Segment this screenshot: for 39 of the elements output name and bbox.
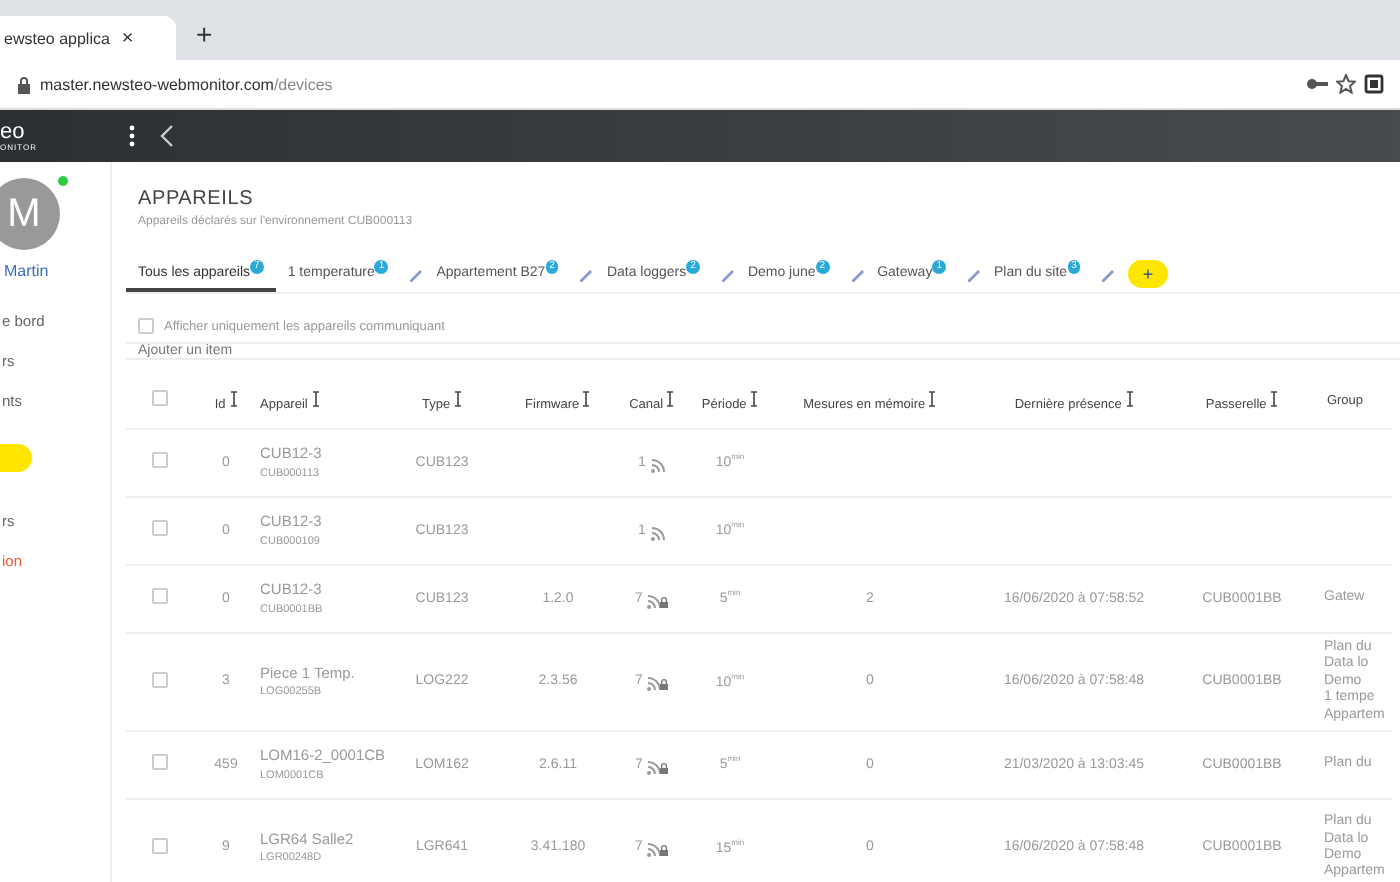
sort-icon [311, 389, 320, 407]
back-chevron-icon[interactable] [160, 124, 174, 148]
key-icon[interactable] [1306, 76, 1328, 92]
sort-icon [453, 389, 462, 407]
pencil-icon[interactable] [965, 265, 982, 283]
browser-tab[interactable]: ewsteo applica × [0, 16, 176, 60]
sort-icon [229, 389, 238, 407]
url-path: /devices [273, 75, 333, 93]
star-icon[interactable] [1336, 74, 1356, 94]
url-host: master.newsteo-webmonitor.com [40, 75, 274, 93]
checkbox[interactable] [152, 671, 168, 688]
logo-text: eo [0, 121, 27, 143]
checkbox[interactable] [152, 452, 168, 469]
checkbox[interactable] [138, 318, 154, 334]
pencil-icon[interactable] [719, 265, 736, 283]
extension-icon[interactable] [1364, 74, 1384, 94]
lock-icon [16, 75, 32, 93]
page-title: APPAREILS [138, 188, 256, 210]
highlighter-mark [0, 444, 32, 472]
checkbox[interactable] [152, 754, 168, 771]
sort-icon [666, 389, 675, 407]
user-name[interactable]: Martin [4, 262, 49, 280]
sort-icon [1270, 389, 1279, 407]
checkbox[interactable] [152, 390, 168, 406]
checkbox[interactable] [152, 588, 168, 605]
sort-icon [750, 389, 759, 407]
checkbox[interactable] [152, 520, 168, 537]
checkbox[interactable] [152, 837, 168, 854]
pencil-icon[interactable] [408, 265, 425, 283]
pencil-icon[interactable] [1100, 265, 1117, 283]
sort-icon [1125, 389, 1134, 407]
sort-icon [928, 389, 937, 407]
close-tab-button[interactable]: × [121, 27, 134, 49]
pencil-icon[interactable] [849, 265, 866, 283]
sort-icon [582, 389, 591, 407]
more-menu-icon[interactable] [128, 124, 136, 148]
new-tab-button[interactable]: + [196, 18, 213, 50]
add-tab-button[interactable]: + [1128, 260, 1168, 288]
pencil-icon[interactable] [578, 265, 595, 283]
